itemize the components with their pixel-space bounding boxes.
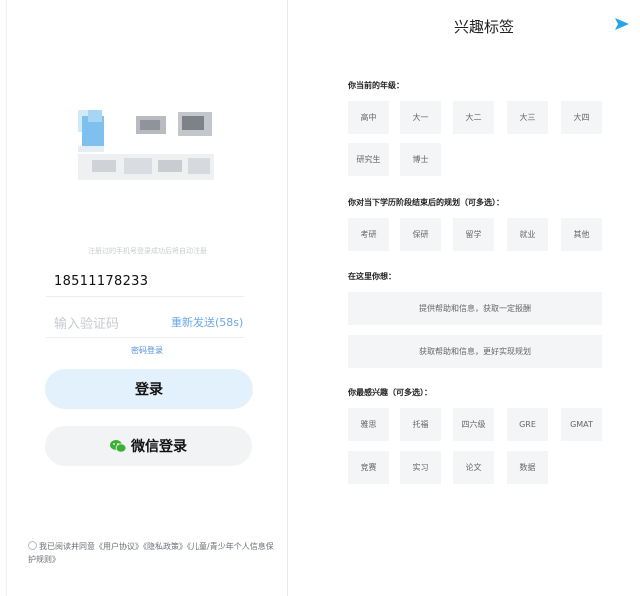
- tag-interest-7[interactable]: 论文: [453, 451, 494, 484]
- resend-code-button[interactable]: 重新发送(58s): [171, 314, 243, 330]
- verification-code-input[interactable]: 输入验证码: [54, 313, 119, 332]
- tag-interest-3[interactable]: GRE: [507, 408, 548, 441]
- agreement-text: 我已阅读并同意《用户协议》《隐私政策》《儿童/青少年个人信息保护规则》: [28, 540, 278, 566]
- tag-grade-1[interactable]: 大一: [400, 101, 441, 134]
- interest-section-label: 你最感兴趣（可多选）：: [348, 388, 432, 397]
- panel-divider: [287, 0, 288, 596]
- option-get-help[interactable]: 获取帮助和信息，更好实现规划: [348, 335, 602, 368]
- tag-interest-0[interactable]: 雅思: [348, 408, 389, 441]
- tag-grade-4[interactable]: 大四: [561, 101, 602, 134]
- page-title: 兴趣标签: [454, 18, 515, 36]
- send-icon[interactable]: [614, 16, 630, 32]
- phone-underline: [46, 296, 244, 297]
- wechat-button-label: 微信登录: [131, 439, 187, 455]
- tag-grade-6[interactable]: 博士: [400, 143, 441, 176]
- login-screen: 注册过的手机号登录成功后将自动注册 18511178233 输入验证码 重新发送…: [0, 0, 300, 596]
- password-login-link[interactable]: 密码登录: [131, 345, 163, 356]
- agree-radio[interactable]: [28, 541, 37, 550]
- tag-grade-5[interactable]: 研究生: [348, 143, 389, 176]
- want-section-label: 在这里你想：: [348, 272, 396, 281]
- tag-grade-2[interactable]: 大二: [453, 101, 494, 134]
- tag-plan-2[interactable]: 留学: [453, 218, 494, 251]
- privacy-policy-link[interactable]: 《隐私政策》: [143, 542, 187, 551]
- code-underline: [46, 337, 244, 338]
- tag-interest-4[interactable]: GMAT: [561, 408, 602, 441]
- login-button-label: 登录: [135, 382, 163, 398]
- tag-interest-1[interactable]: 托福: [400, 408, 441, 441]
- phone-input[interactable]: 18511178233: [54, 274, 148, 289]
- blurred-logo: [78, 110, 218, 182]
- wechat-login-button[interactable]: 微信登录: [45, 426, 252, 466]
- wechat-icon: [110, 439, 126, 453]
- left-edge-divider: [6, 0, 7, 596]
- tag-interest-6[interactable]: 实习: [400, 451, 441, 484]
- tag-plan-3[interactable]: 就业: [507, 218, 548, 251]
- tag-plan-0[interactable]: 考研: [348, 218, 389, 251]
- tag-interest-2[interactable]: 四六级: [453, 408, 494, 441]
- tag-grade-0[interactable]: 高中: [348, 101, 389, 134]
- tag-plan-4[interactable]: 其他: [561, 218, 602, 251]
- plan-section-label: 你对当下学历阶段结束后的规划（可多选）：: [348, 198, 504, 207]
- login-button[interactable]: 登录: [45, 369, 253, 409]
- tag-interest-8[interactable]: 数据: [507, 451, 548, 484]
- tag-interest-5[interactable]: 竞赛: [348, 451, 389, 484]
- option-provide-help[interactable]: 提供帮助和信息，获取一定报酬: [348, 292, 602, 325]
- auto-register-hint: 注册过的手机号登录成功后将自动注册: [88, 247, 207, 255]
- user-agreement-link[interactable]: 《用户协议》: [95, 542, 143, 551]
- agreement-prefix: 我已阅读并同意: [39, 542, 95, 551]
- tag-plan-1[interactable]: 保研: [400, 218, 441, 251]
- interest-tags-screen: 兴趣标签 你当前的年级： 高中 大一 大二 大三 大四 研究生 博士 你对当下学…: [318, 0, 640, 596]
- tag-grade-3[interactable]: 大三: [507, 101, 548, 134]
- grade-section-label: 你当前的年级：: [348, 81, 404, 90]
